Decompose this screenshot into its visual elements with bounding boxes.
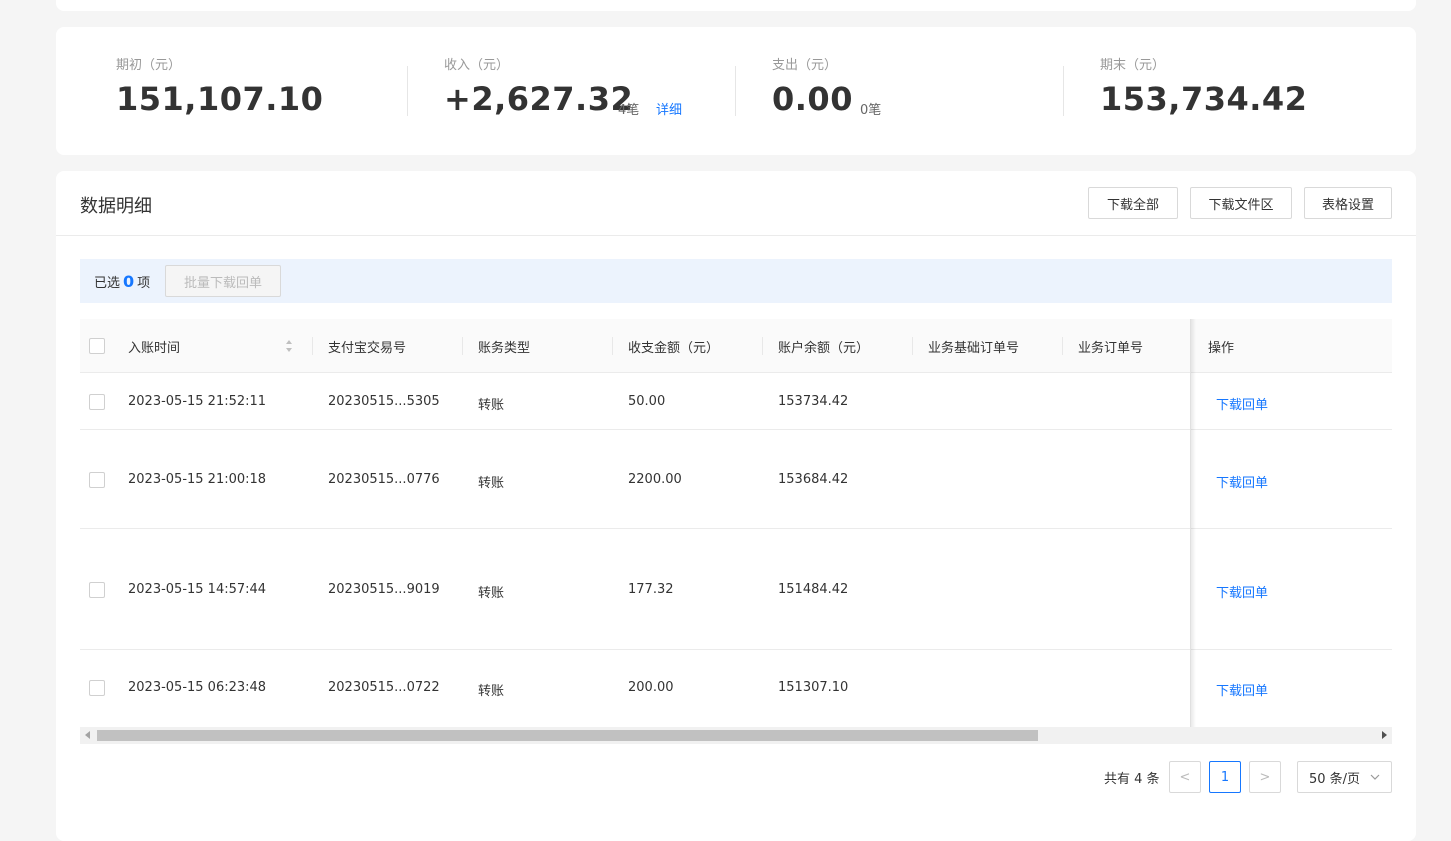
income-detail-link[interactable]: 详细 bbox=[656, 99, 682, 118]
cell-trade-no: 20230515...9019 bbox=[328, 582, 440, 597]
download-receipt-link[interactable]: 下载回单 bbox=[1216, 394, 1268, 413]
page-1-button[interactable]: 1 bbox=[1209, 761, 1241, 793]
scroll-right-icon[interactable] bbox=[1382, 731, 1387, 739]
cell-trade-no: 20230515...0722 bbox=[328, 680, 440, 695]
total-count: 共有 4 条 bbox=[1104, 772, 1160, 787]
selected-number: 0 bbox=[123, 272, 135, 291]
column-header-amount: 收支金额（元） bbox=[628, 341, 720, 356]
selection-count: 已选 0 项 bbox=[94, 272, 150, 291]
closing-value: 153,734.42 bbox=[1100, 80, 1308, 118]
download-all-button[interactable]: 下载全部 bbox=[1088, 187, 1178, 219]
column-separator bbox=[912, 337, 913, 355]
chevron-down-icon bbox=[1370, 774, 1380, 780]
cell-amount: 177.32 bbox=[628, 582, 674, 597]
divider bbox=[735, 66, 736, 116]
summary-card: 期初（元） 151,107.10 收入（元） +2,627.32 4笔 详细 支… bbox=[56, 27, 1416, 155]
column-separator bbox=[1062, 337, 1063, 355]
cell-amount: 50.00 bbox=[628, 394, 666, 409]
scrollbar-thumb[interactable] bbox=[97, 730, 1038, 741]
column-separator bbox=[462, 337, 463, 355]
page-size-value: 50 条/页 bbox=[1309, 771, 1361, 787]
closing-label: 期末（元） bbox=[1100, 58, 1166, 73]
column-header-balance: 账户余额（元） bbox=[778, 341, 870, 356]
selection-bar: 已选 0 项 批量下载回单 bbox=[80, 259, 1392, 303]
expense-label: 支出（元） bbox=[772, 58, 838, 73]
row-checkbox[interactable] bbox=[89, 472, 105, 488]
column-separator bbox=[762, 337, 763, 355]
income-label: 收入（元） bbox=[444, 58, 510, 73]
cell-amount: 200.00 bbox=[628, 680, 674, 695]
batch-download-button[interactable]: 批量下载回单 bbox=[165, 265, 281, 297]
row-checkbox[interactable] bbox=[89, 394, 105, 410]
column-header-type: 账务类型 bbox=[478, 341, 531, 356]
next-page-button[interactable]: > bbox=[1249, 761, 1281, 793]
header-divider bbox=[56, 235, 1416, 236]
column-header-trade-no: 支付宝交易号 bbox=[328, 341, 407, 356]
column-header-time[interactable]: 入账时间 bbox=[128, 337, 180, 356]
cell-balance: 153684.42 bbox=[778, 472, 849, 487]
divider bbox=[407, 66, 408, 116]
horizontal-scrollbar[interactable] bbox=[80, 727, 1392, 744]
table-settings-button[interactable]: 表格设置 bbox=[1304, 187, 1392, 219]
prev-page-button[interactable]: < bbox=[1169, 761, 1201, 793]
expense-value: 0.00 bbox=[772, 80, 853, 118]
row-checkbox[interactable] bbox=[89, 680, 105, 696]
cell-trade-no: 20230515...5305 bbox=[328, 394, 440, 409]
column-separator bbox=[312, 337, 313, 355]
cell-amount: 2200.00 bbox=[628, 472, 682, 487]
select-all-checkbox[interactable] bbox=[89, 338, 105, 354]
download-receipt-link[interactable]: 下载回单 bbox=[1216, 472, 1268, 491]
column-header-order: 业务订单号 bbox=[1078, 341, 1144, 356]
opening-value: 151,107.10 bbox=[116, 80, 324, 118]
cell-balance: 151307.10 bbox=[778, 680, 849, 695]
top-card-edge bbox=[56, 0, 1416, 11]
income-count: 4笔 bbox=[618, 103, 640, 118]
income-value: +2,627.32 bbox=[444, 80, 634, 118]
cell-trade-no: 20230515...0776 bbox=[328, 472, 440, 487]
cell-type: 转账 bbox=[478, 586, 505, 601]
selection-suffix: 项 bbox=[137, 276, 151, 291]
cell-type: 转账 bbox=[478, 684, 505, 699]
cell-time: 2023-05-15 06:23:48 bbox=[128, 680, 267, 695]
section-title: 数据明细 bbox=[80, 196, 152, 217]
download-receipt-link[interactable]: 下载回单 bbox=[1216, 582, 1268, 601]
column-header-base-order: 业务基础订单号 bbox=[928, 341, 1020, 356]
expense-count: 0笔 bbox=[860, 103, 882, 118]
data-detail-card: 数据明细 下载全部 下载文件区 表格设置 已选 0 项 批量下载回单 入账时间 支付… bbox=[56, 171, 1416, 841]
download-area-button[interactable]: 下载文件区 bbox=[1190, 187, 1292, 219]
row-checkbox[interactable] bbox=[89, 582, 105, 598]
scroll-left-icon[interactable] bbox=[85, 731, 90, 739]
cell-time: 2023-05-15 21:00:18 bbox=[128, 472, 267, 487]
opening-label: 期初（元） bbox=[116, 58, 182, 73]
cell-balance: 151484.42 bbox=[778, 582, 849, 597]
cell-type: 转账 bbox=[478, 476, 505, 491]
cell-time: 2023-05-15 21:52:11 bbox=[128, 394, 267, 409]
column-header-action: 操作 bbox=[1208, 341, 1235, 356]
selection-prefix: 已选 bbox=[94, 276, 121, 291]
fixed-column-border bbox=[1190, 319, 1191, 727]
cell-type: 转账 bbox=[478, 398, 505, 413]
column-separator bbox=[612, 337, 613, 355]
divider bbox=[1063, 66, 1064, 116]
sort-icon[interactable] bbox=[285, 339, 293, 353]
page-size-select[interactable]: 50 条/页 bbox=[1297, 761, 1392, 793]
download-receipt-link[interactable]: 下载回单 bbox=[1216, 680, 1268, 699]
cell-balance: 153734.42 bbox=[778, 394, 849, 409]
cell-time: 2023-05-15 14:57:44 bbox=[128, 582, 267, 597]
